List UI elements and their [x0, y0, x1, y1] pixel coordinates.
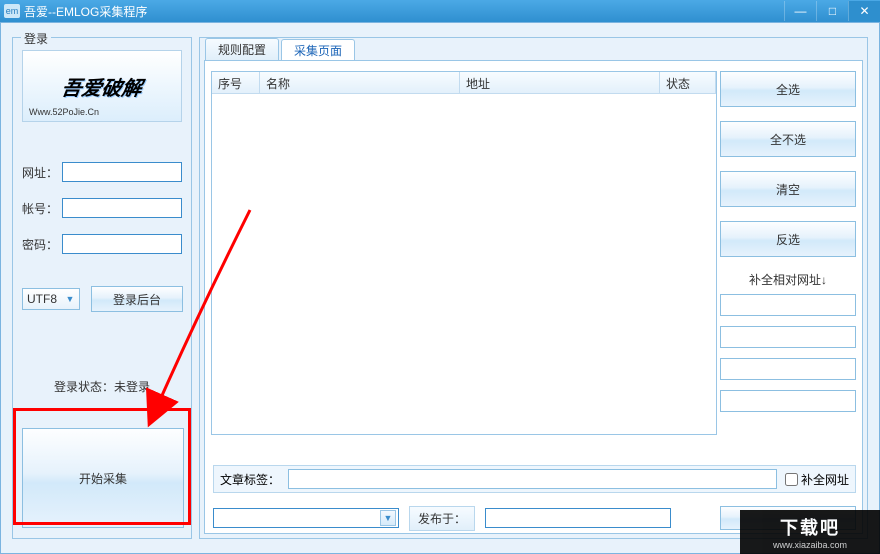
watermark-url: www.xiazaiba.com [773, 540, 847, 550]
tab-panel: 序号 名称 地址 状态 全选 全不选 清空 反选 补全相对网址↓ [204, 60, 863, 534]
fill-url-checkbox[interactable] [785, 473, 798, 486]
chevron-down-icon: ▼ [64, 293, 76, 305]
window-title: 吾爱--EMLOG采集程序 [24, 3, 784, 20]
fill-url-label: 补全相对网址↓ [720, 271, 856, 288]
url-row: 网址： [22, 162, 182, 182]
login-group: 登录 吾爱破解 Www.52PoJie.Cn 网址： 帐号： 密码： UTF8 … [12, 37, 192, 539]
user-input[interactable] [62, 198, 182, 218]
watermark: 下载吧 www.xiazaiba.com [740, 510, 880, 554]
encoding-select[interactable]: UTF8 ▼ [22, 288, 80, 310]
select-all-button[interactable]: 全选 [720, 71, 856, 107]
user-label: 帐号： [22, 200, 62, 217]
maximize-button[interactable]: □ [816, 1, 848, 21]
title-bar: em 吾爱--EMLOG采集程序 — □ ✕ [0, 0, 880, 22]
pass-row: 密码： [22, 234, 182, 254]
pass-input[interactable] [62, 234, 182, 254]
url-input[interactable] [62, 162, 182, 182]
fill-input-3[interactable] [720, 358, 856, 380]
fill-url-checkbox-label: 补全网址 [801, 471, 849, 488]
app-icon: em [4, 4, 20, 18]
publish-input[interactable] [485, 508, 671, 528]
minimize-button[interactable]: — [784, 1, 816, 21]
watermark-title: 下载吧 [780, 514, 840, 540]
user-row: 帐号： [22, 198, 182, 218]
col-name[interactable]: 名称 [260, 72, 460, 93]
pass-label: 密码： [22, 236, 62, 253]
start-collect-button[interactable]: 开始采集 [22, 428, 184, 528]
url-label: 网址： [22, 164, 62, 181]
logo-main-text: 吾爱破解 [60, 72, 144, 101]
main-panel: 规则配置 采集页面 序号 名称 地址 状态 全选 全不选 清空 反选 补全相对网… [199, 37, 868, 539]
chevron-down-icon: ▼ [380, 510, 396, 526]
select-none-button[interactable]: 全不选 [720, 121, 856, 157]
list-rows [212, 94, 716, 434]
fill-input-2[interactable] [720, 326, 856, 348]
col-status[interactable]: 状态 [660, 72, 716, 93]
tag-input[interactable] [288, 469, 777, 489]
fill-input-1[interactable] [720, 294, 856, 316]
category-select[interactable]: ▼ [213, 508, 399, 528]
fill-input-4[interactable] [720, 390, 856, 412]
tab-bar: 规则配置 采集页面 [205, 38, 357, 60]
col-addr[interactable]: 地址 [460, 72, 660, 93]
logo-image: 吾爱破解 Www.52PoJie.Cn [22, 50, 182, 122]
logo-sub-text: Www.52PoJie.Cn [29, 107, 99, 117]
result-list[interactable]: 序号 名称 地址 状态 [211, 71, 717, 435]
tab-collect-page[interactable]: 采集页面 [281, 39, 355, 61]
publish-label: 发布于： [409, 506, 475, 531]
tab-rule-config[interactable]: 规则配置 [205, 38, 279, 60]
tag-row: 文章标签： 补全网址 [213, 465, 856, 493]
col-index[interactable]: 序号 [212, 72, 260, 93]
close-button[interactable]: ✕ [848, 1, 880, 21]
login-status: 登录状态：未登录 [13, 378, 191, 395]
invert-button[interactable]: 反选 [720, 221, 856, 257]
encoding-value: UTF8 [27, 292, 57, 306]
fill-url-checkbox-wrap[interactable]: 补全网址 [785, 471, 849, 488]
client-area: 登录 吾爱破解 Www.52PoJie.Cn 网址： 帐号： 密码： UTF8 … [0, 22, 880, 554]
clear-button[interactable]: 清空 [720, 171, 856, 207]
side-controls: 全选 全不选 清空 反选 补全相对网址↓ [720, 71, 856, 422]
list-headers: 序号 名称 地址 状态 [212, 72, 716, 94]
tag-label: 文章标签： [220, 471, 280, 488]
login-legend: 登录 [21, 30, 51, 47]
login-button[interactable]: 登录后台 [91, 286, 183, 312]
